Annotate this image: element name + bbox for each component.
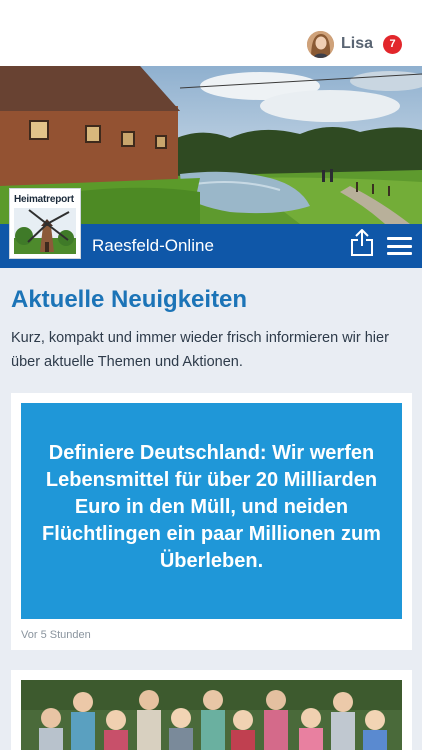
hamburger-menu-icon[interactable] [387, 237, 412, 255]
notification-badge[interactable]: 7 [383, 34, 402, 54]
user-menu[interactable]: Lisa 7 [306, 29, 402, 59]
page-title: Aktuelle Neuigkeiten [11, 286, 248, 313]
news-image-text: Definiere Deutschland: Wir werfen Lebens… [42, 442, 381, 572]
share-icon[interactable] [350, 228, 374, 257]
site-title[interactable]: Raesfeld-Online [92, 236, 214, 256]
logo[interactable]: Heimatreport [10, 189, 80, 258]
news-image[interactable] [21, 680, 402, 750]
news-card[interactable]: Definiere Deutschland: Wir werfen Lebens… [11, 393, 412, 650]
news-card[interactable] [11, 670, 412, 750]
news-image[interactable]: Definiere Deutschland: Wir werfen Lebens… [21, 403, 402, 619]
avatar[interactable] [306, 30, 334, 58]
logo-text: Heimatreport [14, 194, 74, 205]
news-time: Vor 5 Stunden [21, 629, 91, 641]
windmill-image [14, 208, 76, 254]
top-bar: Lisa 7 [0, 0, 422, 66]
intro-text: Kurz, kompakt und immer wieder frisch in… [11, 330, 389, 370]
user-name[interactable]: Lisa [341, 35, 373, 53]
